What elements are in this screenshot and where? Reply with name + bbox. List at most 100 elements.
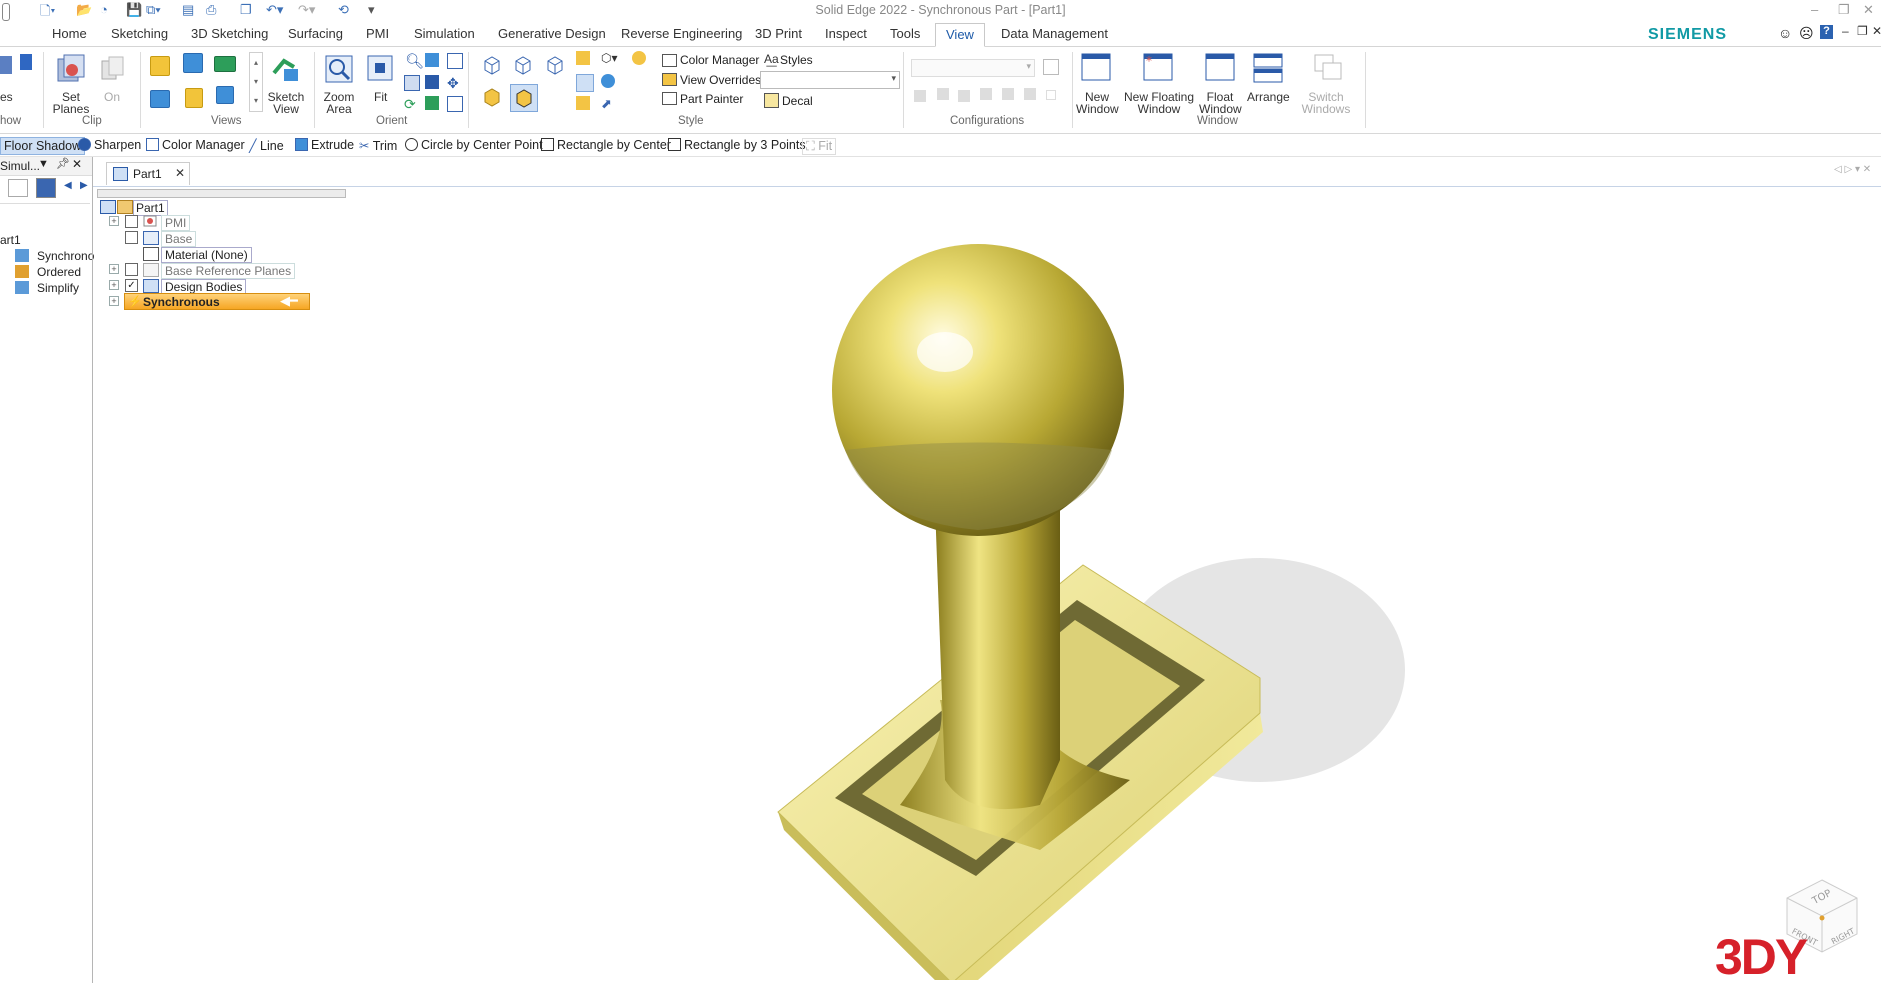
view-previous-icon[interactable] [150,56,170,76]
float-window-icon[interactable] [1205,53,1235,81]
open-file-icon[interactable]: 📂 [76,2,92,20]
config-tool-7-icon[interactable] [1046,90,1056,100]
configuration-dropdown[interactable]: ▾ [911,59,1035,77]
properties-icon[interactable]: ▤ [182,2,194,20]
config-tool-5-icon[interactable] [1002,88,1014,100]
panel-dropdown-icon[interactable]: ▼ [38,158,49,170]
part-painter-icon[interactable] [662,92,677,105]
part-painter-button[interactable]: Part Painter [680,92,743,106]
refresh-icon[interactable]: ⟳ [404,96,416,113]
pin-icon[interactable]: 📌︎ [56,157,70,170]
float-window-button[interactable]: Float Window [1199,91,1242,115]
feedback-happy-icon[interactable]: ☺ [1778,25,1792,41]
decal-button[interactable]: Decal [782,94,813,108]
tab-view[interactable]: View [935,23,985,47]
config-tool-4-icon[interactable] [980,88,992,100]
sketch-view-icon[interactable] [270,53,302,85]
switch-windows-icon[interactable] [1313,53,1343,83]
feedback-sad-icon[interactable]: ☹ [1799,25,1814,42]
base-reference-planes-checkbox[interactable] [125,263,138,276]
spin-about-icon[interactable]: ✥ [447,75,459,92]
ambient-icon[interactable] [601,74,615,88]
doc-restore-icon[interactable]: ❐ [1857,24,1868,38]
view-rotate-icon[interactable] [150,90,170,108]
synchronous-node-highlight[interactable]: ⚡ Synchronous ◀━ [124,293,310,310]
tab-data-management[interactable]: Data Management [1001,26,1108,41]
panel-item-ordered[interactable]: Ordered [37,265,81,279]
views-gallery-scroll[interactable]: ▴ ▾ ▾ [249,52,263,112]
clip-on-button[interactable]: On [104,91,120,103]
config-tool-1-icon[interactable] [914,90,926,102]
print-icon[interactable]: ⎙ [206,2,216,20]
tree-node-base[interactable]: Base [161,231,197,247]
view-overrides-button[interactable]: View Overrides [680,73,761,87]
config-tool-3-icon[interactable] [958,90,970,102]
tree-root[interactable]: Part1 [133,200,168,216]
panel-tab-icon[interactable] [8,179,28,197]
sharpen-command[interactable]: Sharpen [78,138,141,152]
expand-design-bodies-icon[interactable]: + [109,280,119,290]
save-icon[interactable]: 💾 [126,2,142,20]
expand-pmi-icon[interactable]: + [109,216,119,226]
tree-node-base-reference-planes[interactable]: Base Reference Planes [161,263,296,279]
arrange-button[interactable]: Arrange [1247,91,1290,103]
hidden-edges-icon[interactable] [544,54,566,76]
color-manager-icon[interactable] [662,54,677,67]
lights-icon[interactable]: ⬡▾ [601,51,618,65]
style-dropdown[interactable]: ▾ [760,71,900,89]
rectangle-by-3-points-command[interactable]: Rectangle by 3 Points [668,138,806,152]
panel-scroll-left-icon[interactable]: ◀ [64,180,72,191]
config-tool-2-icon[interactable] [937,88,949,100]
doc-minimize-icon[interactable]: – [1842,24,1849,38]
new-floating-window-icon[interactable]: * [1143,53,1173,81]
color-manager-command[interactable]: Color Manager [146,138,245,152]
zoom-area-button[interactable]: Zoom Area [320,91,358,115]
set-planes-icon[interactable] [56,53,86,85]
zoom-area-icon[interactable] [324,54,354,84]
rotate-icon[interactable] [447,53,463,69]
repeat-icon[interactable]: ⟲ [338,2,349,20]
set-planes-button[interactable]: Set Planes [50,91,92,115]
undo-icon[interactable]: ↶▾ [266,2,283,20]
document-tab-close-icon[interactable]: ✕ [175,166,185,180]
view-spin-icon[interactable] [216,86,234,104]
panel-tab-active-icon[interactable] [36,178,56,198]
rollback-arrow-icon[interactable]: ◀━ [280,293,298,309]
decal-icon[interactable] [764,93,779,108]
show-button-label[interactable]: es [0,91,13,103]
rectangle-by-center-command[interactable]: Rectangle by Center [541,138,671,152]
render-icon[interactable] [576,51,590,65]
new-file-icon[interactable]: 🗋▾ [40,2,55,20]
view-overrides-icon[interactable] [662,73,677,86]
tab-home[interactable]: Home [52,26,87,41]
pathfinder-splitter[interactable] [97,189,346,198]
view-save-icon[interactable] [214,56,236,72]
arrange-icon[interactable] [1253,53,1283,83]
clip-on-icon[interactable] [100,55,126,83]
panel-close-icon[interactable]: ✕ [72,157,82,171]
redo-icon[interactable]: ↷▾ [298,2,315,20]
panel-item-synchronous[interactable]: Synchrono [37,249,94,263]
tab-sketching[interactable]: Sketching [111,26,168,41]
close-icon[interactable]: ✕ [1863,2,1874,18]
restore-icon[interactable]: ❐ [1838,2,1850,18]
tab-generative-design[interactable]: Generative Design [498,26,606,41]
panel-item-simplify[interactable]: Simplify [37,281,79,295]
fit-command[interactable]: ⛶ Fit [802,138,837,155]
tab-pmi[interactable]: PMI [366,26,389,41]
tab-scroll-left-icon[interactable]: ◁ ▷ ▾ ✕ [1834,164,1871,175]
help-button-icon[interactable]: ? [1820,25,1833,39]
pan-icon[interactable] [425,53,439,67]
tab-3d-print[interactable]: 3D Print [755,26,802,41]
common-views-icon[interactable] [425,75,439,89]
zoom-icon[interactable]: 🔍︎ [405,52,424,70]
floor-shadow-command[interactable]: Floor Shadow [0,137,86,155]
copy-icon[interactable]: ❐ [240,2,252,20]
line-command[interactable]: ╱ Line [249,138,284,153]
save-configuration-icon[interactable] [1043,59,1059,75]
new-window-button[interactable]: New Window [1076,91,1119,115]
background-icon[interactable] [632,51,646,65]
config-tool-6-icon[interactable] [1024,88,1036,100]
tree-node-pmi[interactable]: PMI [161,215,191,231]
save-all-icon[interactable]: ⧉▾ [146,2,161,20]
